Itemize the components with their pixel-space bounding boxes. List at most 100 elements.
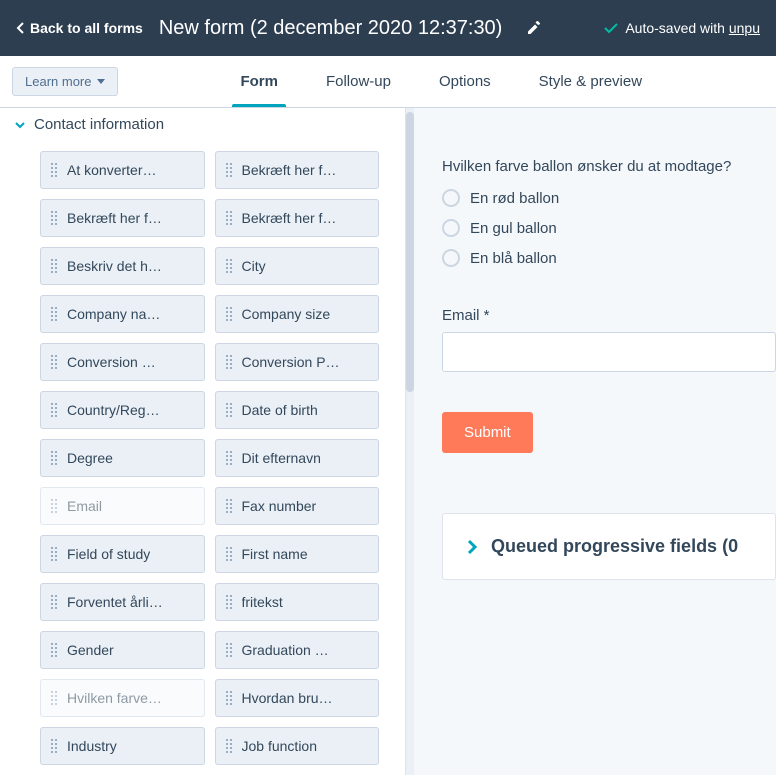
field-item[interactable]: Hvordan bru… xyxy=(215,679,380,717)
field-item[interactable]: Degree xyxy=(40,439,205,477)
tab-options[interactable]: Options xyxy=(439,57,491,106)
field-label: Email xyxy=(67,498,102,514)
radio-label: En rød ballon xyxy=(470,190,559,207)
field-item[interactable]: Conversion … xyxy=(40,343,205,381)
field-item[interactable]: Gender xyxy=(40,631,205,669)
field-label: Field of study xyxy=(67,546,150,562)
drag-handle-icon xyxy=(226,595,234,609)
field-label: Gender xyxy=(67,642,114,658)
field-item[interactable]: First name xyxy=(215,535,380,573)
scrollbar[interactable] xyxy=(406,108,414,775)
field-label: Conversion … xyxy=(67,354,156,370)
tab-form[interactable]: Form xyxy=(240,57,278,106)
section-contact-info[interactable]: Contact information xyxy=(0,108,405,141)
radio-option[interactable]: En blå ballon xyxy=(442,249,776,267)
drag-handle-icon xyxy=(226,163,234,177)
tabs: Form Follow-up Options Style & preview xyxy=(118,57,764,106)
drag-handle-icon xyxy=(51,259,59,273)
field-item[interactable]: Field of study xyxy=(40,535,205,573)
field-item[interactable]: Company na… xyxy=(40,295,205,333)
field-item[interactable]: Company size xyxy=(215,295,380,333)
radio-icon xyxy=(442,249,460,267)
drag-handle-icon xyxy=(226,307,234,321)
form-preview-panel: Hvilken farve ballon ønsker du at modtag… xyxy=(414,108,776,775)
email-label: Email * xyxy=(442,307,776,324)
caret-down-icon xyxy=(97,79,105,84)
field-label: Company size xyxy=(242,306,331,322)
radio-option[interactable]: En rød ballon xyxy=(442,189,776,207)
chevron-down-icon xyxy=(14,119,26,131)
field-label: Graduation … xyxy=(242,642,329,658)
radio-icon xyxy=(442,219,460,237)
back-label: Back to all forms xyxy=(30,20,143,36)
radio-group: En rød ballon En gul ballon En blå ballon xyxy=(442,189,776,267)
drag-handle-icon xyxy=(51,691,59,705)
drag-handle-icon xyxy=(51,643,59,657)
field-label: Conversion P… xyxy=(242,354,340,370)
autosave-status: Auto-saved with unpu xyxy=(603,20,760,36)
learn-more-button[interactable]: Learn more xyxy=(12,67,118,96)
tab-style[interactable]: Style & preview xyxy=(539,57,642,106)
submit-button[interactable]: Submit xyxy=(442,412,533,453)
drag-handle-icon xyxy=(51,211,59,225)
drag-handle-icon xyxy=(226,643,234,657)
drag-handle-icon xyxy=(226,259,234,273)
back-to-forms-link[interactable]: Back to all forms xyxy=(16,20,143,36)
field-item[interactable]: Beskriv det h… xyxy=(40,247,205,285)
radio-label: En blå ballon xyxy=(470,250,557,267)
drag-handle-icon xyxy=(226,403,234,417)
field-item[interactable]: Email xyxy=(40,487,205,525)
radio-option[interactable]: En gul ballon xyxy=(442,219,776,237)
field-label: Fax number xyxy=(242,498,317,514)
field-label: Beskriv det h… xyxy=(67,258,162,274)
form-title: New form (2 december 2020 12:37:30) xyxy=(159,17,503,40)
drag-handle-icon xyxy=(226,499,234,513)
field-item[interactable]: Bekræft her f… xyxy=(40,199,205,237)
email-field[interactable] xyxy=(442,332,776,372)
field-item[interactable]: Bekræft her f… xyxy=(215,151,380,189)
check-icon xyxy=(603,20,619,36)
radio-label: En gul ballon xyxy=(470,220,557,237)
drag-handle-icon xyxy=(51,355,59,369)
queued-fields-card[interactable]: Queued progressive fields (0 xyxy=(442,513,776,580)
field-item[interactable]: Country/Reg… xyxy=(40,391,205,429)
field-label: Job function xyxy=(242,738,318,754)
field-item[interactable]: City xyxy=(215,247,380,285)
tab-followup[interactable]: Follow-up xyxy=(326,57,391,106)
field-label: Bekræft her f… xyxy=(242,210,337,226)
field-item[interactable]: Industry xyxy=(40,727,205,765)
question-label: Hvilken farve ballon ønsker du at modtag… xyxy=(442,158,776,175)
field-item[interactable]: Conversion P… xyxy=(215,343,380,381)
drag-handle-icon xyxy=(51,595,59,609)
fields-panel: Contact information At konverter… Bekræft… xyxy=(0,108,406,775)
field-item[interactable]: Forventet årli… xyxy=(40,583,205,621)
field-item[interactable]: Bekræft her f… xyxy=(215,199,380,237)
drag-handle-icon xyxy=(226,547,234,561)
field-item[interactable]: Fax number xyxy=(215,487,380,525)
app-header: Back to all forms New form (2 december 2… xyxy=(0,0,776,56)
field-label: Country/Reg… xyxy=(67,402,160,418)
queued-title: Queued progressive fields (0 xyxy=(491,536,738,557)
field-label: fritekst xyxy=(242,594,283,610)
chevron-right-icon xyxy=(467,539,477,555)
drag-handle-icon xyxy=(51,547,59,561)
drag-handle-icon xyxy=(51,739,59,753)
field-item[interactable]: Date of birth xyxy=(215,391,380,429)
field-item[interactable]: Dit efternavn xyxy=(215,439,380,477)
autosave-link[interactable]: unpu xyxy=(729,20,760,36)
chevron-left-icon xyxy=(16,22,24,34)
drag-handle-icon xyxy=(226,211,234,225)
field-label: Industry xyxy=(67,738,117,754)
drag-handle-icon xyxy=(51,163,59,177)
field-item[interactable]: fritekst xyxy=(215,583,380,621)
field-item[interactable]: Job function xyxy=(215,727,380,765)
radio-icon xyxy=(442,189,460,207)
field-label: City xyxy=(242,258,266,274)
field-label: At konverter… xyxy=(67,162,156,178)
field-item[interactable]: Hvilken farve… xyxy=(40,679,205,717)
pencil-icon[interactable] xyxy=(526,20,542,36)
field-item[interactable]: Graduation … xyxy=(215,631,380,669)
field-item[interactable]: At konverter… xyxy=(40,151,205,189)
field-label: Date of birth xyxy=(242,402,318,418)
field-label: Bekræft her f… xyxy=(242,162,337,178)
